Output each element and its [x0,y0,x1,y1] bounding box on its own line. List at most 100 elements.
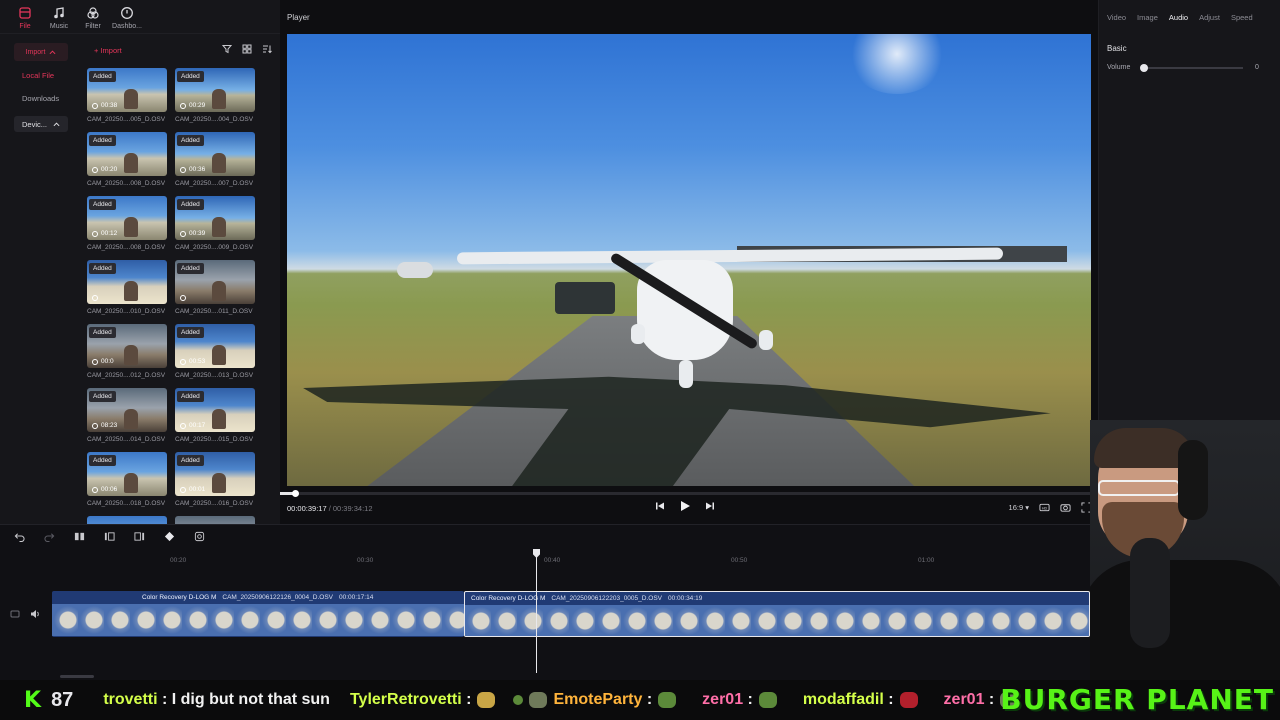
media-clip[interactable]: Added 00:12 CAM_20250....008_D.OSV [87,196,167,260]
reframe-icon[interactable] [194,531,205,542]
redo-icon[interactable] [44,531,55,542]
speaker-icon[interactable] [30,609,40,619]
sort-icon[interactable] [262,44,272,54]
timeline-scrollbar[interactable] [60,675,94,678]
media-clip[interactable]: Added 00:20 CAM_20250....008_D.OSV [87,132,167,196]
dashboard-clock-icon [121,7,133,19]
section-title-basic: Basic [1107,44,1127,53]
tab-speed[interactable]: Speed [1231,13,1253,22]
skip-forward-icon[interactable] [705,501,715,511]
media-clip[interactable]: Added 00:01 CAM_20250....016_D.OSV [175,452,255,516]
hd-icon[interactable]: HD [1039,502,1050,513]
thumb-figure [123,153,138,173]
aspect-ratio-value: 16:9 [1008,503,1024,512]
timeline-toolbar [0,525,1280,547]
nav-filter[interactable]: Filter [76,0,110,30]
media-clip[interactable]: Added 00:38 CAM_20250....005_D.OSV [87,68,167,132]
keyframe-icon[interactable] [164,531,175,542]
plane-left-wheel [631,324,645,344]
added-badge: Added [177,327,204,338]
clip-duration: 00:38 [92,102,117,109]
rail-downloads[interactable]: Downloads [22,94,59,103]
clip-name: CAM_20250....004_D.OSV [175,116,254,123]
trim-left-icon[interactable] [104,531,115,542]
tab-image[interactable]: Image [1137,13,1158,22]
rail-local-file[interactable]: Local File [22,71,54,80]
media-clip[interactable]: Added CAM_20250....011_D.OSV [175,260,255,324]
tab-audio[interactable]: Audio [1169,13,1188,22]
tab-adjust[interactable]: Adjust [1199,13,1220,22]
clip-duration: 00:20 [92,166,117,173]
tab-video[interactable]: Video [1107,13,1126,22]
webcam-shirt [1090,560,1280,680]
thumb-figure [123,281,138,301]
filter-icon[interactable] [222,44,232,54]
webcam-microphone [1130,538,1170,648]
split-icon[interactable] [74,531,85,542]
properties-tabs: Video Image Audio Adjust Speed [1107,13,1253,22]
clip-name: CAM_20250....010_D.OSV [87,308,166,315]
aspect-ratio-select[interactable]: 16:9 ▾ [1009,503,1029,512]
clip-duration: 00:0 [92,358,114,365]
grid-view-icon[interactable] [242,44,252,54]
ruler-tick: 00:50 [731,557,748,564]
media-clip[interactable]: Added 00:0 CAM_20250....012_D.OSV [87,324,167,388]
clip-thumbnail [87,516,167,524]
undo-icon[interactable] [14,531,25,542]
chevron-up-icon [49,49,56,54]
media-clip[interactable]: Added 00:36 CAM_20250....007_D.OSV [175,132,255,196]
rail-import-button[interactable]: Import [14,43,68,61]
clip-thumbnail: Added 00:20 [87,132,167,176]
play-icon[interactable] [679,500,691,512]
media-clip[interactable]: Added 00:17 CAM_20250....015_D.OSV [175,388,255,452]
track-lock-icon[interactable] [10,609,20,619]
media-import-button[interactable]: + Import [94,46,122,55]
volume-slider[interactable] [1140,64,1243,72]
skip-back-icon[interactable] [655,501,665,511]
clip-duration-text: 00:38 [101,102,118,109]
media-clip[interactable] [175,516,255,524]
clip-filmstrip [52,604,464,636]
thumb-figure [211,409,226,429]
media-clip[interactable]: Added 00:29 CAM_20250....004_D.OSV [175,68,255,132]
ruler-tick: 00:40 [544,557,561,564]
clip-duration-text: 00:12 [101,230,118,237]
playhead[interactable] [533,549,540,673]
thumb-figure [123,473,138,493]
nav-music[interactable]: Music [42,0,76,30]
filter-circles-icon [87,7,99,19]
rail-devices[interactable]: Devic... [14,116,68,132]
added-badge: Added [89,327,116,338]
video-viewport[interactable] [287,34,1091,486]
media-grid: Added 00:38 CAM_20250....005_D.OSV Added 00… [87,68,277,524]
helicopter [397,262,433,278]
thumb-figure [211,89,226,109]
clip-duration: 00:53 [180,358,205,365]
media-clip[interactable]: Added 00:53 CAM_20250....013_D.OSV [175,324,255,388]
volume-slider-knob[interactable] [1140,64,1148,72]
timeline-clip-name: CAM_20250906122203_0005_D.OSV [551,594,662,602]
nav-file[interactable]: File [8,0,42,30]
trim-right-icon[interactable] [134,531,145,542]
nav-dashboard[interactable]: Dashbo... [110,0,144,30]
media-clip[interactable] [87,516,167,524]
left-rail: Import Local File Downloads Devic... [0,34,80,524]
media-clip[interactable]: Added 00:39 CAM_20250....009_D.OSV [175,196,255,260]
clip-thumbnail: Added [87,260,167,304]
timeline-clip-selected[interactable]: Color Recovery D-LOG M CAM_2025090612220… [464,591,1090,637]
ruler-tick: 00:20 [170,557,187,564]
timeline: 00:20 00:30 00:40 00:50 01:00 Color Reco… [0,524,1280,680]
chat-message: zer01 : [702,691,783,709]
media-clip[interactable]: Added 00:06 CAM_20250....018_D.OSV [87,452,167,516]
thumb-figure [123,409,138,429]
media-clip[interactable]: Added CAM_20250....010_D.OSV [87,260,167,324]
snapshot-camera-icon[interactable] [1060,502,1071,513]
clip-effect-tag: Color Recovery D-LOG M [142,593,217,601]
clip-thumbnail: Added 00:12 [87,196,167,240]
webcam-glasses [1098,480,1180,496]
timeline-clip[interactable]: Color Recovery D-LOG M CAM_2025090612212… [52,591,464,637]
media-clip[interactable]: Added 08:23 CAM_20250....014_D.OSV [87,388,167,452]
scrubber-knob[interactable] [292,490,299,497]
playback-scrubber[interactable] [280,490,1092,497]
timeline-ruler[interactable]: 00:20 00:30 00:40 00:50 01:00 [0,551,1280,567]
